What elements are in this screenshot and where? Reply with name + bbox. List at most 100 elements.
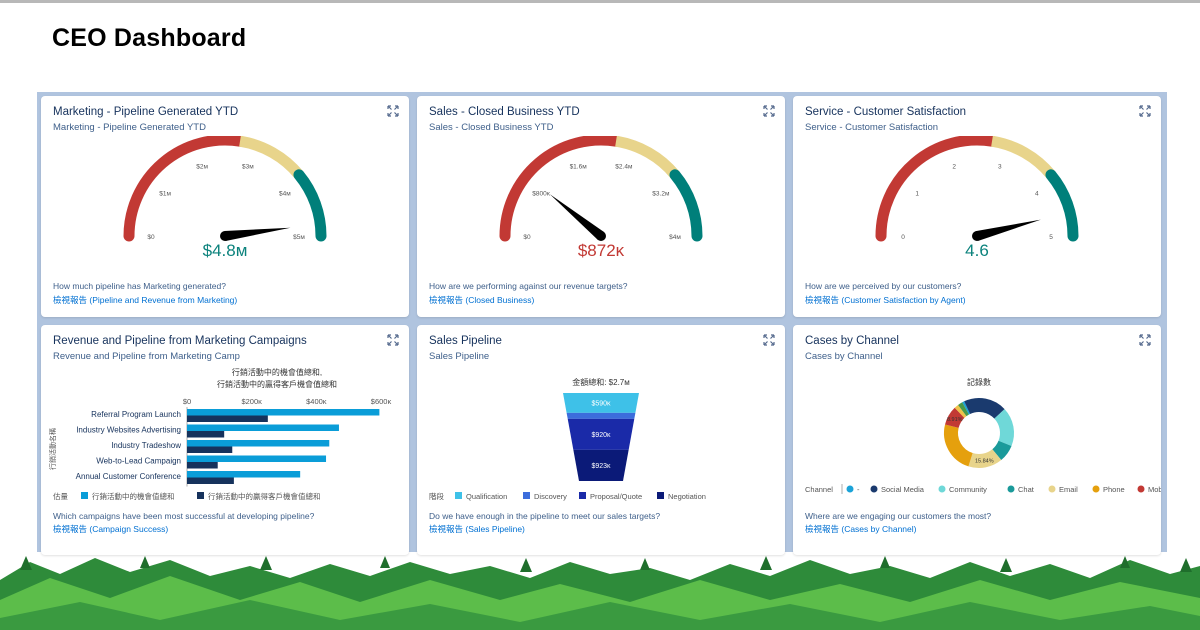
- chart-title: 記錄數: [967, 377, 991, 387]
- gauge-tick-label: $4м: [279, 191, 291, 198]
- category-label: Annual Customer Conference: [76, 472, 182, 481]
- gauge-value: $872κ: [577, 241, 625, 260]
- chart-title-line-2: 行銷活動中的贏得客戶機會值總和: [217, 379, 337, 389]
- donut-slice: [992, 440, 1012, 461]
- gauge-tick-label: 5: [1049, 234, 1053, 241]
- gauge-value: $4.8м: [202, 241, 248, 260]
- funnel-stage: [566, 412, 636, 419]
- legend-item: Mobil: [1148, 485, 1161, 494]
- bar-chart: 行銷活動中的機會值總和, 行銷活動中的贏得客戶機會值總和 $0 $200κ $400κ $…: [48, 367, 392, 501]
- legend-swatch: [455, 492, 462, 499]
- expand-icon[interactable]: [763, 105, 775, 117]
- legend-item: Community: [949, 485, 987, 494]
- gauge-tick-label: 4: [1035, 191, 1039, 198]
- legend-swatch: [1007, 485, 1015, 493]
- legend-item: Phone: [1103, 485, 1125, 494]
- funnel-value-label: $920κ: [591, 432, 611, 439]
- card-service-satisfaction: Service - Customer Satisfaction Service …: [793, 96, 1161, 317]
- legend-label: Channel: [805, 485, 833, 494]
- x-tick-label: $600κ: [371, 397, 392, 406]
- card-subtitle: Revenue and Pipeline from Marketing Camp: [53, 351, 240, 362]
- funnel-chart: 金額總和: $2.7м $590κ $920κ $923κ 階段 Qualificatio…: [429, 377, 706, 501]
- gauge-chart: 0 1 2 3 4 5: [875, 136, 1079, 242]
- card-question: Do we have enough in the pipeline to mee…: [429, 511, 661, 521]
- card-question: Where are we engaging our customers the …: [805, 511, 992, 521]
- legend-swatch: [523, 492, 530, 499]
- card-title: Revenue and Pipeline from Marketing Camp…: [53, 335, 307, 347]
- card-question: How much pipeline has Marketing generate…: [53, 281, 226, 291]
- card-subtitle: Cases by Channel: [805, 351, 883, 362]
- y-axis-label: 行銷活動名稱: [48, 428, 57, 470]
- mountains-illustration: [0, 556, 1200, 630]
- bar: [187, 424, 339, 431]
- gauge-tick-label: $5м: [293, 234, 305, 241]
- legend-swatch: [657, 492, 664, 499]
- view-report-link[interactable]: 檢視報告 (Closed Business): [429, 294, 534, 306]
- legend-swatch: [1092, 485, 1100, 493]
- legend-swatch: [579, 492, 586, 499]
- page-title: CEO Dashboard: [52, 24, 247, 52]
- category-label: Web-to-Lead Campaign: [96, 457, 181, 466]
- expand-icon[interactable]: [763, 334, 775, 346]
- legend-swatch: [870, 485, 878, 493]
- legend-swatch: [1137, 485, 1145, 493]
- gauge-tick-label: $0: [523, 234, 531, 241]
- card-subtitle: Sales - Closed Business YTD: [429, 122, 554, 133]
- gauge-tick-label: $2м: [196, 164, 208, 171]
- bar: [187, 446, 233, 453]
- gauge-segment: [1045, 169, 1079, 242]
- bar: [187, 415, 268, 422]
- x-tick-label: $200κ: [241, 397, 262, 406]
- bar: [187, 409, 380, 416]
- category-label: Referral Program Launch: [91, 410, 181, 419]
- card-cases-by-channel: Cases by Channel Cases by Channel 記錄數 15.…: [793, 325, 1161, 555]
- gauge-chart: $0 $800κ $1.6м $2.4м $3.2м $4м: [499, 136, 703, 242]
- view-report-link[interactable]: 檢視報告 (Customer Satisfaction by Agent): [805, 294, 966, 306]
- gauge-segment: [669, 169, 703, 242]
- card-sales-pipeline: Sales Pipeline Sales Pipeline 金額總和: $2.7…: [417, 325, 785, 555]
- legend-item: -: [857, 485, 860, 494]
- x-tick-label: $400κ: [306, 397, 327, 406]
- legend-item: 行銷活動中的贏得客戶機會值總和: [208, 491, 321, 501]
- expand-icon[interactable]: [387, 105, 399, 117]
- card-title: Service - Customer Satisfaction: [805, 106, 967, 118]
- legend-item: Qualification: [466, 492, 507, 501]
- expand-icon[interactable]: [1139, 334, 1151, 346]
- gauge-tick-label: $2.4м: [615, 164, 633, 171]
- gauge-needle: [224, 227, 291, 241]
- bar: [187, 471, 301, 478]
- view-report-link[interactable]: 檢視報告 (Pipeline and Revenue from Marketin…: [53, 294, 237, 306]
- gauge-tick-label: $3м: [242, 164, 254, 171]
- gauge-tick-label: $1м: [159, 191, 171, 198]
- donut-chart: 記錄數 15.84% 8.91% Channel - Social Media Commun…: [805, 377, 1161, 494]
- gauge-tick-label: 3: [998, 164, 1002, 171]
- gauge-segment: [875, 136, 998, 242]
- legend-swatch: [846, 485, 854, 493]
- gauge-tick-label: $1.6м: [570, 164, 588, 171]
- x-tick-label: $0: [183, 397, 191, 406]
- view-report-link[interactable]: 檢視報告 (Cases by Channel): [805, 523, 916, 535]
- gauge-value: 4.6: [965, 241, 989, 260]
- bar: [187, 431, 225, 438]
- card-title: Sales Pipeline: [429, 335, 502, 347]
- card-title: Marketing - Pipeline Generated YTD: [53, 106, 239, 118]
- legend-label: 估量: [53, 491, 68, 501]
- view-report-link[interactable]: 檢視報告 (Sales Pipeline): [429, 523, 525, 535]
- gauge-needle-hub: [220, 231, 230, 241]
- legend-item: 行銷活動中的機會值總和: [92, 491, 175, 501]
- gauge-tick-label: $3.2м: [652, 191, 670, 198]
- card-question: How are we perceived by our customers?: [805, 281, 962, 291]
- legend-item: Email: [1059, 485, 1078, 494]
- card-marketing-campaigns: Revenue and Pipeline from Marketing Camp…: [41, 325, 409, 555]
- expand-icon[interactable]: [1139, 105, 1151, 117]
- top-rule: [0, 0, 1200, 3]
- gauge-needle: [549, 194, 605, 240]
- bar: [187, 440, 330, 447]
- view-report-link[interactable]: 檢視報告 (Campaign Success): [53, 523, 168, 535]
- gauge-needle: [975, 219, 1041, 241]
- card-title: Sales - Closed Business YTD: [429, 106, 580, 118]
- legend-item: Social Media: [881, 485, 925, 494]
- expand-icon[interactable]: [387, 334, 399, 346]
- funnel-value-label: $590κ: [591, 400, 611, 407]
- chart-title-line-1: 行銷活動中的機會值總和,: [232, 367, 322, 377]
